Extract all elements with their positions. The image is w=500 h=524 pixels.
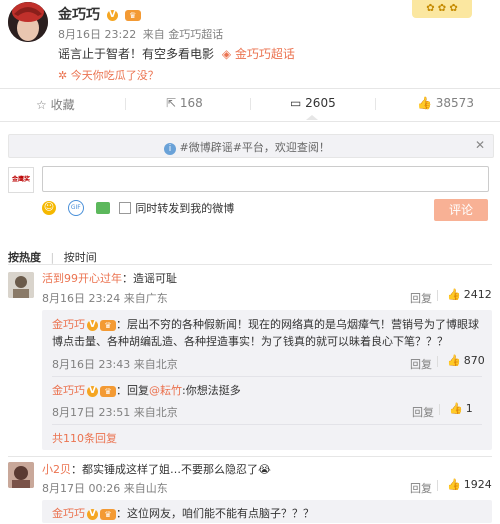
reply-text: ：这位网友，咱们能不能有点脑子？？？ [116, 507, 314, 520]
comment-icon: ▭ [290, 96, 302, 110]
favorite-label: 收藏 [50, 98, 75, 112]
recommend-link[interactable]: 今天你吃瓜了没？ [71, 69, 159, 82]
comment-like-button[interactable]: 👍 1924 [447, 478, 492, 491]
reply-user-name[interactable]: 金巧巧 [52, 507, 85, 520]
vip-badge-icon: ♛ [100, 508, 116, 520]
sort-by-hot-tab[interactable]: 按热度 [8, 251, 41, 264]
notice-text: #微博辟谣#平台，欢迎查阅！ [179, 141, 330, 154]
more-replies-link[interactable]: 共110条回复 [52, 430, 117, 446]
repost-checkbox-label: 同时转发到我的微博 [135, 202, 235, 215]
commenter-name[interactable]: 活到99开心过年 [42, 272, 122, 285]
verified-icon: V [87, 508, 98, 520]
reply-list: 金巧巧 V ♛ ：层出不穷的各种假新闻！现在的网络真的是乌烟瘴气！营销号为了博眼球博点… [42, 310, 492, 450]
thumb-up-icon: 👍 [447, 478, 461, 491]
reply-time: 8月17日 23:51 来自北京 [52, 406, 178, 419]
comment-count: 2605 [305, 96, 336, 110]
verified-icon: V [106, 9, 118, 21]
image-icon[interactable] [95, 202, 110, 214]
composer-avatar-label: 金鹰奖 [11, 176, 30, 183]
info-icon: i [164, 143, 176, 155]
super-topic-icon: ◈ [221, 47, 232, 61]
verified-icon: V [87, 319, 98, 331]
comment-button[interactable]: ▭ 2605 [290, 96, 336, 110]
emoji-icon[interactable]: ☺ [42, 201, 56, 215]
notice-close-icon[interactable]: ✕ [475, 138, 485, 152]
post-source-prefix: 来自 [142, 28, 165, 41]
reply-like-count: 1 [465, 402, 473, 415]
comment-input[interactable] [43, 167, 486, 189]
verified-icon: V [87, 385, 98, 397]
reply-like-button[interactable]: 👍 1 [449, 402, 473, 415]
submit-comment-button[interactable]: 评论 [434, 199, 488, 221]
vip-badge-icon: ♛ [100, 385, 116, 397]
comment-like-button[interactable]: 👍 2412 [447, 288, 492, 301]
comment-text: ：造谣可耻 [122, 272, 177, 285]
like-count: 38573 [435, 96, 474, 110]
reply-text: :你想法挺多 [182, 384, 241, 397]
post-avatar[interactable] [8, 2, 48, 42]
reply-like-button[interactable]: 👍 870 [447, 354, 485, 367]
commenter-avatar[interactable] [8, 272, 34, 298]
thumb-up-icon: 👍 [447, 354, 461, 367]
comment-like-count: 2412 [463, 288, 492, 301]
reply-button[interactable]: 回复 [410, 356, 432, 372]
notice-bar: i #微博辟谣#平台，欢迎查阅！ ✕ [8, 134, 494, 158]
decorative-sticker: ✿ ✿ ✿ [412, 0, 472, 18]
thumb-up-icon: 👍 [417, 96, 432, 110]
comment-item: 小2贝：都实锤成这样了姐…不要那么隐忍了😭 8月17日 00:26 来自山东 回… [0, 458, 500, 523]
comment-time: 8月16日 23:24 来自广东 [42, 292, 168, 305]
post-source[interactable]: 金巧巧超话 [168, 28, 223, 41]
comment-like-count: 1924 [463, 478, 492, 491]
super-topic-link[interactable]: 金巧巧超话 [235, 47, 295, 61]
thumb-up-icon: 👍 [449, 402, 463, 415]
svg-text:✿ ✿ ✿: ✿ ✿ ✿ [426, 3, 458, 14]
thumb-up-icon: 👍 [447, 288, 461, 301]
recommend-icon: ✲ [58, 69, 68, 82]
comment-item: 活到99开心过年：造谣可耻 8月16日 23:24 来自广东 回复 👍 2412 … [0, 266, 500, 452]
repost-count: 168 [179, 96, 203, 110]
reply-button[interactable]: 回复 [410, 480, 432, 496]
reply-button[interactable]: 回复 [410, 290, 432, 306]
repost-button[interactable]: ⇱ 168 [166, 96, 203, 110]
star-icon: ☆ [36, 98, 47, 112]
reply-time: 8月16日 23:43 来自北京 [52, 358, 178, 371]
sort-by-time-tab[interactable]: 按时间 [64, 251, 97, 264]
reply-like-count: 870 [463, 354, 485, 367]
reply-text-prefix: ：回复 [116, 384, 149, 397]
commenter-avatar[interactable] [8, 462, 34, 488]
sort-separator: | [50, 251, 55, 264]
post-time[interactable]: 8月16日 23:22 [58, 28, 136, 41]
comment-tab-pointer [306, 115, 318, 120]
comment-time: 8月17日 00:26 来自山东 [42, 482, 168, 495]
commenter-name[interactable]: 小2贝 [42, 463, 71, 476]
repost-icon: ⇱ [166, 96, 177, 110]
mention-link[interactable]: @耘竹 [149, 384, 182, 397]
reply-button[interactable]: 回复 [412, 404, 434, 420]
reply-list: 金巧巧 V ♛ ：这位网友，咱们能不能有点脑子？？？ [42, 500, 492, 523]
avatar-image [8, 2, 48, 42]
action-bar: ☆ 收藏 ⇱ 168 ▭ 2605 👍 38573 [0, 89, 500, 120]
composer-avatar[interactable]: 金鹰奖 [8, 167, 34, 193]
post-text: 谣言止于智者！有空多看电影 [58, 47, 215, 61]
repost-checkbox[interactable] [119, 202, 132, 214]
vip-badge-icon: ♛ [124, 9, 141, 21]
submit-label: 评论 [448, 203, 473, 217]
comment-text: ：都实锤成这样了姐…不要那么隐忍了😭 [71, 463, 271, 476]
reply-user-name[interactable]: 金巧巧 [52, 384, 85, 397]
post-author-name[interactable]: 金巧巧 [58, 7, 100, 23]
reply-user-name[interactable]: 金巧巧 [52, 318, 85, 331]
favorite-button[interactable]: ☆ 收藏 [36, 96, 75, 113]
like-button[interactable]: 👍 38573 [417, 96, 474, 110]
gif-icon[interactable]: GIF [67, 200, 84, 216]
reply-text: ：层出不穷的各种假新闻！现在的网络真的是乌烟瘴气！营销号为了博眼球博点击量、各种… [52, 318, 479, 348]
vip-badge-icon: ♛ [100, 319, 116, 331]
